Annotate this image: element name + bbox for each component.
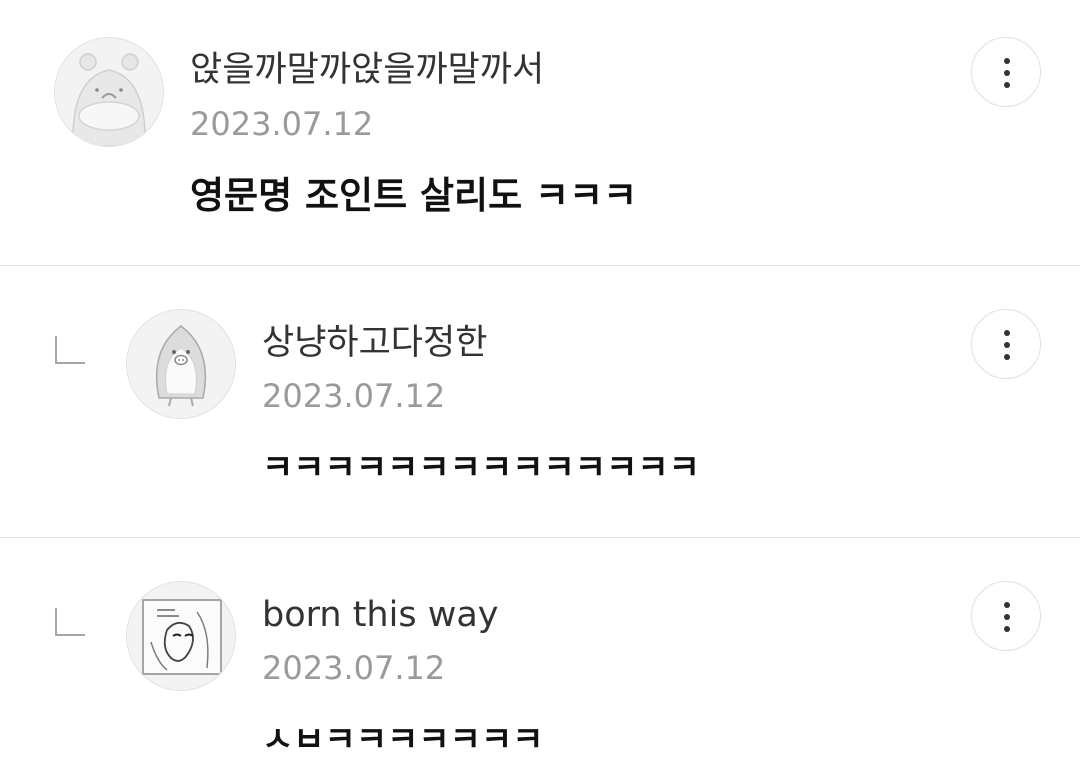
more-vertical-icon [1003, 330, 1011, 360]
avatar[interactable] [54, 37, 164, 147]
comment-text: ㅅㅂㅋㅋㅋㅋㅋㅋㅋ [262, 720, 544, 760]
hamster-avatar-icon [55, 38, 163, 146]
reply-item: 상냥하고다정한 2023.07.12 ㅋㅋㅋㅋㅋㅋㅋㅋㅋㅋㅋㅋㅋㅋ [0, 266, 1080, 537]
more-options-button[interactable] [971, 581, 1041, 651]
comment-item: 앉을까말까앉을까말까서 2023.07.12 영문명 조인트 살리도 ㅋㅋㅋ [0, 0, 1080, 265]
comment-nickname[interactable]: 앉을까말까앉을까말까서 [190, 53, 544, 88]
comment-text: ㅋㅋㅋㅋㅋㅋㅋㅋㅋㅋㅋㅋㅋㅋ [262, 448, 700, 488]
more-options-button[interactable] [971, 37, 1041, 107]
avatar[interactable] [126, 581, 236, 691]
comment-text: 영문명 조인트 살리도 ㅋㅋㅋ [190, 174, 638, 217]
reply-arrow-icon [55, 608, 85, 636]
comment-date: 2023.07.12 [262, 649, 446, 687]
avatar[interactable] [126, 309, 236, 419]
reply-arrow-icon [55, 336, 85, 364]
more-vertical-icon [1003, 58, 1011, 88]
more-vertical-icon [1003, 602, 1011, 632]
more-options-button[interactable] [971, 309, 1041, 379]
comment-date: 2023.07.12 [262, 377, 446, 415]
comment-nickname[interactable]: 상냥하고다정한 [262, 326, 487, 361]
comment-date: 2023.07.12 [190, 105, 374, 143]
reply-item: born this way 2023.07.12 ㅅㅂㅋㅋㅋㅋㅋㅋㅋ [0, 538, 1080, 782]
penguin-avatar-icon [127, 310, 235, 418]
comment-nickname[interactable]: born this way [262, 598, 499, 633]
album-cover-avatar-icon [127, 582, 235, 690]
